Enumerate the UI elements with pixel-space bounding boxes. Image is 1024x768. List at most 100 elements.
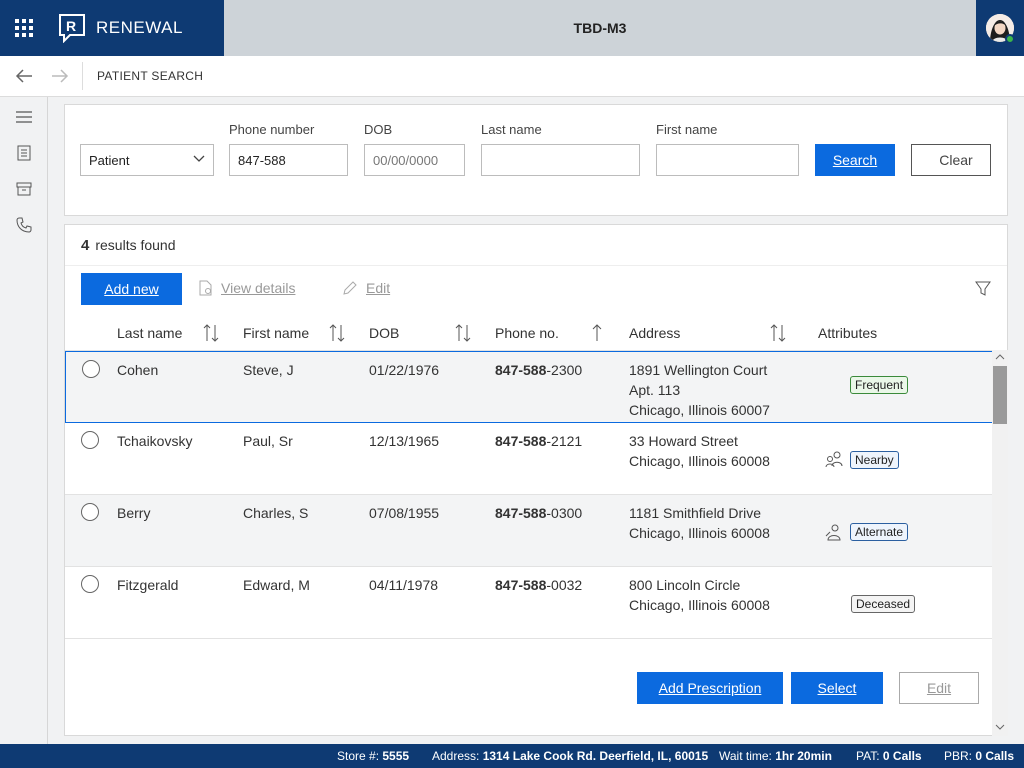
phone-label: Phone number: [229, 122, 315, 137]
status-badge: Alternate: [850, 523, 909, 541]
edit-toolbar-label: Edit: [366, 280, 391, 296]
status-pbr: PBR: 0 Calls: [944, 749, 1014, 763]
archive-icon[interactable]: [0, 171, 48, 207]
cell-phone: 847-588-0032: [495, 575, 582, 595]
col-attributes: Attributes: [818, 325, 878, 341]
results-count-number: 4: [81, 237, 90, 254]
sort-icon[interactable]: [455, 323, 471, 343]
dob-input[interactable]: 00/00/0000: [364, 144, 465, 176]
document-list-icon[interactable]: [0, 135, 48, 171]
sort-ascending-icon[interactable]: [591, 323, 603, 343]
hamburger-menu-icon[interactable]: [0, 99, 48, 135]
status-label: Store #:: [337, 749, 380, 763]
clear-button-label: Clear: [939, 152, 973, 168]
table-row[interactable]: Cohen Steve, J 01/22/1976 847-588-2300 1…: [65, 351, 993, 423]
breadcrumb: PATIENT SEARCH: [97, 69, 204, 83]
back-arrow-icon[interactable]: [12, 64, 36, 88]
col-dob[interactable]: DOB: [369, 325, 399, 341]
first-name-input[interactable]: [656, 144, 799, 176]
cell-dob: 12/13/1965: [369, 433, 440, 449]
search-button-label: Search: [832, 152, 878, 168]
nav-bar: PATIENT SEARCH: [0, 56, 1024, 97]
presence-indicator: [1005, 34, 1015, 44]
cell-dob: 07/08/1955: [369, 505, 440, 521]
phone-rest: -2300: [546, 362, 583, 378]
forward-arrow-icon[interactable]: [48, 64, 72, 88]
scrollbar-thumb[interactable]: [993, 366, 1007, 424]
edit-button[interactable]: Edit: [899, 672, 979, 704]
col-first-name[interactable]: First name: [243, 325, 309, 341]
col-address[interactable]: Address: [629, 325, 680, 341]
select-label: Select: [817, 680, 857, 696]
scroll-up-icon[interactable]: [995, 353, 1005, 360]
phone-rest: -2121: [546, 433, 583, 449]
renewal-logo-icon: R: [58, 13, 88, 43]
cell-first-name: Steve, J: [243, 362, 294, 378]
search-panel: Patient Phone number 847-588 DOB 00/00/0…: [64, 104, 1008, 216]
status-label: PBR:: [944, 749, 973, 763]
status-badge: Nearby: [850, 451, 899, 469]
phone-input-value: 847-588: [238, 152, 286, 168]
cell-phone: 847-588-2300: [495, 360, 582, 380]
user-avatar-button[interactable]: [976, 0, 1024, 56]
table-row[interactable]: Berry Charles, S 07/08/1955 847-588-0300…: [65, 495, 993, 567]
add-prescription-button[interactable]: Add Prescription: [637, 672, 783, 704]
row-radio[interactable]: [81, 431, 99, 449]
edit-toolbar-button[interactable]: Edit: [342, 280, 390, 296]
results-count-label: results found: [95, 237, 176, 253]
add-new-label: Add new: [104, 281, 159, 297]
cell-first-name: Charles, S: [243, 505, 309, 521]
col-phone[interactable]: Phone no.: [495, 325, 559, 341]
dob-label: DOB: [364, 122, 393, 137]
status-store: Store #: 5555: [337, 749, 409, 763]
phone-match: 847-588: [495, 577, 547, 593]
chevron-down-icon: [193, 155, 205, 162]
table-row[interactable]: Tchaikovsky Paul, Sr 12/13/1965 847-588-…: [65, 423, 993, 495]
row-radio[interactable]: [81, 503, 99, 521]
app-launcher-icon[interactable]: [0, 0, 48, 56]
results-panel: 4 results found Add new View details Edit…: [64, 224, 1008, 736]
phone-icon[interactable]: [0, 207, 48, 243]
search-button[interactable]: Search: [815, 144, 895, 176]
select-button[interactable]: Select: [791, 672, 883, 704]
brand-name: RENEWAL: [96, 18, 183, 37]
col-last-name[interactable]: Last name: [117, 325, 182, 341]
add-prescription-label: Add Prescription: [658, 680, 762, 696]
address-line: 1891 Wellington Court: [629, 362, 768, 378]
filter-icon[interactable]: [975, 281, 991, 300]
view-details-button[interactable]: View details: [199, 280, 295, 296]
status-label: PAT:: [856, 749, 880, 763]
row-radio[interactable]: [81, 575, 99, 593]
last-name-label: Last name: [481, 122, 542, 137]
last-name-input[interactable]: [481, 144, 640, 176]
search-type-select[interactable]: Patient: [80, 144, 214, 176]
table-row[interactable]: Fitzgerald Edward, M 04/11/1978 847-588-…: [65, 567, 993, 639]
status-wait-time: Wait time: 1hr 20min: [719, 749, 832, 763]
sort-icon[interactable]: [329, 323, 345, 343]
cell-phone: 847-588-0300: [495, 503, 582, 523]
status-bar: Store #: 5555 Address: 1314 Lake Cook Rd…: [0, 744, 1024, 768]
add-new-button[interactable]: Add new: [81, 273, 182, 305]
cell-last-name: Fitzgerald: [117, 577, 179, 593]
cell-last-name: Tchaikovsky: [117, 433, 193, 449]
row-radio[interactable]: [82, 360, 100, 378]
person-swap-icon: [825, 524, 841, 541]
cell-last-name: Berry: [117, 505, 151, 521]
view-details-label: View details: [221, 280, 296, 296]
cell-phone: 847-588-2121: [495, 431, 582, 451]
status-badge: Deceased: [851, 595, 916, 613]
status-value: 0 Calls: [975, 749, 1015, 763]
sort-icon[interactable]: [770, 323, 786, 343]
dob-placeholder: 00/00/0000: [373, 152, 439, 168]
address-line: Apt. 113: [629, 382, 681, 398]
svg-text:R: R: [66, 18, 76, 34]
brand-area: R RENEWAL: [0, 0, 224, 56]
first-name-label: First name: [656, 122, 718, 137]
cell-address: 800 Lincoln Circle Chicago, Illinois 600…: [629, 575, 770, 615]
scroll-down-icon[interactable]: [995, 724, 1005, 731]
status-value: 5555: [382, 749, 410, 763]
phone-input[interactable]: 847-588: [229, 144, 348, 176]
clear-button[interactable]: Clear: [911, 144, 991, 176]
status-address: Address: 1314 Lake Cook Rd. Deerfield, I…: [432, 749, 708, 763]
sort-icon[interactable]: [203, 323, 219, 343]
